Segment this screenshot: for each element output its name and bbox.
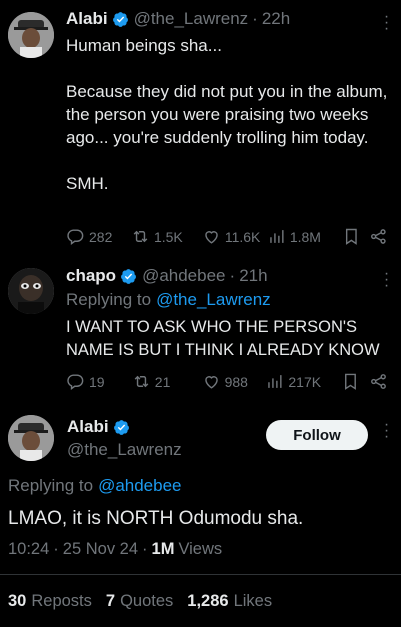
views-button[interactable]: 217K <box>265 372 341 391</box>
reply-icon <box>67 374 84 391</box>
bookmark-icon[interactable] <box>341 372 360 391</box>
like-count: 11.6K <box>224 228 261 245</box>
views-icon <box>270 230 284 243</box>
views-label: Views <box>178 540 223 558</box>
replying-to-label: Replying to <box>66 290 152 309</box>
reposts-label[interactable]: Reposts <box>31 592 92 611</box>
reply-button[interactable]: 19 <box>66 372 132 391</box>
replying-to-link[interactable]: @the_Lawrenz <box>156 290 271 310</box>
quotes-label[interactable]: Quotes <box>120 592 173 611</box>
author-name[interactable]: Alabi <box>67 417 109 437</box>
dot-separator: · <box>142 540 148 558</box>
dot-separator: · <box>252 9 258 28</box>
verified-icon <box>113 419 129 435</box>
author-handle[interactable]: @ahdebee <box>142 266 225 286</box>
views-count: 1M <box>151 540 175 558</box>
replying-to-link[interactable]: @ahdebee <box>98 476 181 496</box>
more-icon[interactable]: · · · <box>379 9 393 37</box>
like-count: 988 <box>224 373 248 390</box>
repost-button[interactable]: 1.5K <box>131 227 202 246</box>
avatar-alabi[interactable] <box>8 12 54 58</box>
reply-button[interactable]: 282 <box>66 227 131 246</box>
share-icon[interactable] <box>369 227 388 246</box>
tweet-text: LMAO, it is NORTH Odumodu sha. <box>8 508 304 529</box>
repost-icon <box>134 375 149 388</box>
verified-icon <box>121 268 136 284</box>
tweet-text: Human beings sha... Because they did not… <box>66 36 388 193</box>
like-button[interactable]: 11.6K <box>202 227 267 246</box>
more-icon[interactable]: · · · <box>379 417 393 445</box>
tweet-text: I WANT TO ASK WHO THE PERSON'S NAME IS B… <box>66 318 380 359</box>
tweet-date[interactable]: 25 Nov 24 <box>63 540 138 559</box>
avatar-chapo[interactable] <box>8 268 54 314</box>
views-button[interactable]: 1.8M <box>267 227 342 246</box>
likes-label[interactable]: Likes <box>234 592 273 611</box>
repost-button[interactable]: 21 <box>132 372 202 391</box>
tweet-actions: 282 1.5K 11.6K 1.8M <box>66 227 388 246</box>
like-button[interactable]: 988 <box>202 372 266 391</box>
author-handle[interactable]: @the_Lawrenz <box>134 9 249 29</box>
quotes-count[interactable]: 7 <box>106 592 115 611</box>
avatar-alabi[interactable] <box>8 415 54 461</box>
tweet-1[interactable]: Alabi @the_Lawrenz · 22h · · · Human being… <box>0 0 401 258</box>
author-name[interactable]: chapo <box>66 266 116 286</box>
repost-icon <box>133 230 148 243</box>
tweet-time[interactable]: 10:24 <box>8 540 49 559</box>
reply-icon <box>67 229 84 246</box>
tweet-actions: 19 21 988 217K <box>66 372 388 391</box>
tweet-time[interactable]: 21h <box>239 266 267 286</box>
like-icon <box>204 376 218 389</box>
bookmark-icon[interactable] <box>342 227 361 246</box>
views-icon <box>268 375 282 388</box>
tweet-time[interactable]: 22h <box>262 9 290 29</box>
author-name[interactable]: Alabi <box>66 9 108 29</box>
tweet-timestamp: 10:24 · 25 Nov 24 · 1M Views <box>8 540 222 559</box>
replying-to-label: Replying to <box>8 476 94 495</box>
likes-count[interactable]: 1,286 <box>187 592 228 611</box>
engagement-stats: 30 Reposts 7 Quotes 1,286 Likes <box>8 592 272 611</box>
tweet-2[interactable]: chapo @ahdebee · 21h · · · Replying to @th… <box>0 258 401 398</box>
divider <box>0 574 401 575</box>
reply-count: 282 <box>89 228 113 245</box>
dot-separator: · <box>53 540 59 558</box>
verified-icon <box>112 11 128 27</box>
dot-separator: · <box>229 266 236 285</box>
repost-count: 1.5K <box>153 228 183 245</box>
more-icon[interactable]: · · · <box>379 266 393 294</box>
repost-count: 21 <box>154 373 171 390</box>
reply-count: 19 <box>89 373 105 390</box>
reposts-count[interactable]: 30 <box>8 592 26 611</box>
author-handle[interactable]: @the_Lawrenz <box>67 440 182 460</box>
share-icon[interactable] <box>369 372 388 391</box>
views-count: 1.8M <box>289 228 321 245</box>
like-icon <box>205 231 218 244</box>
follow-button[interactable]: Follow <box>266 420 368 450</box>
views-count: 217K <box>288 373 322 390</box>
